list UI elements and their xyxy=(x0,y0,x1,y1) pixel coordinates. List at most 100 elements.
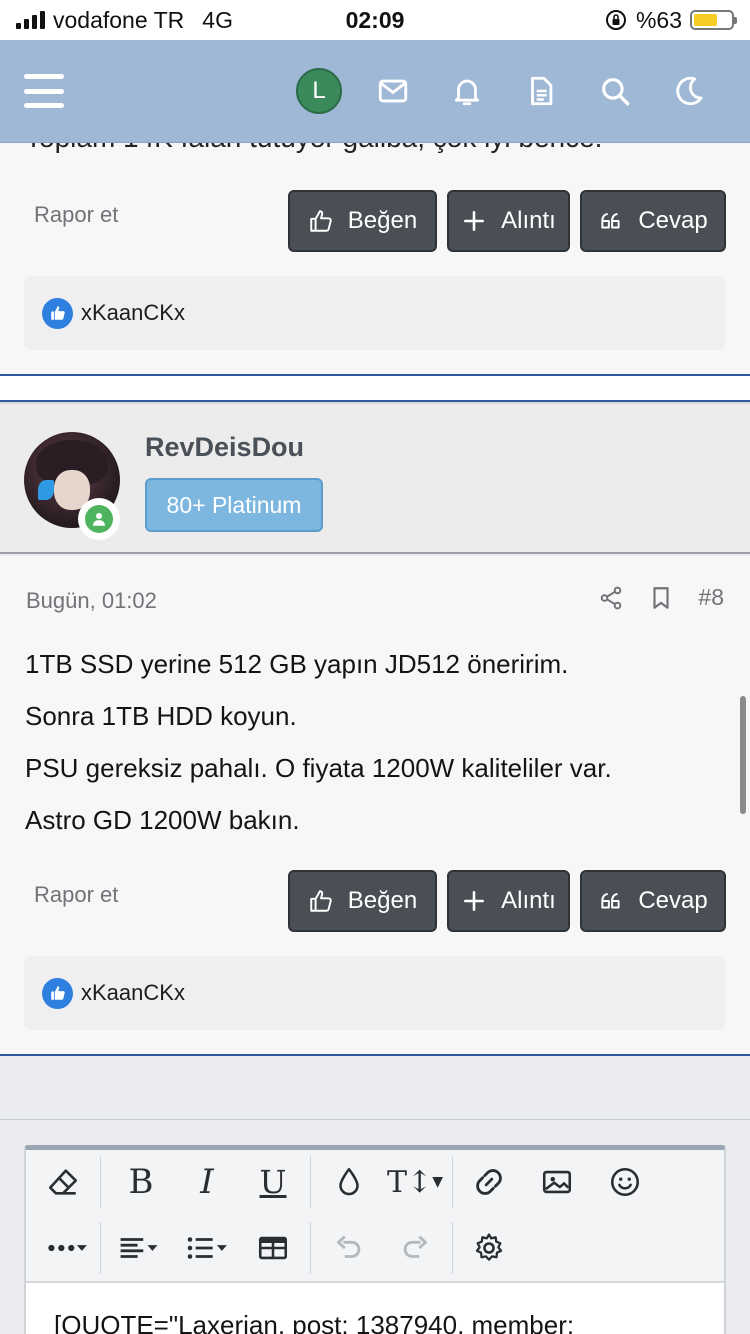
quote-label: Alıntı xyxy=(501,887,556,914)
redo-icon xyxy=(403,1235,428,1258)
quote-button[interactable]: Alıntı xyxy=(447,190,570,252)
report-link[interactable]: Rapor et xyxy=(34,202,118,228)
status-bar: vodafone TR 4G 02:09 %63 xyxy=(0,0,750,40)
quote-marks-icon xyxy=(601,212,620,229)
report-link[interactable]: Rapor et xyxy=(34,882,118,908)
post-date[interactable]: Bugün, 01:02 xyxy=(26,588,157,614)
post-user-header: RevDeisDou 80+ Platinum xyxy=(0,402,750,554)
table-button[interactable] xyxy=(248,1216,298,1280)
previous-post-actions: Rapor et Beğen Alıntı Cevap xyxy=(0,190,750,252)
settings-button[interactable] xyxy=(464,1216,514,1280)
plus-icon xyxy=(464,891,485,911)
carrier-name: vodafone TR xyxy=(53,6,185,33)
quote-label: Alıntı xyxy=(501,207,556,234)
post-body-line: Astro GD 1200W bakın. xyxy=(25,805,300,835)
emoji-button[interactable] xyxy=(600,1150,650,1214)
account-button[interactable]: L xyxy=(282,68,356,114)
user-rank-badge: 80+ Platinum xyxy=(145,478,323,532)
post-body-line: 1TB SSD yerine 512 GB yapın JD512 önerir… xyxy=(25,649,569,679)
document-icon xyxy=(531,76,553,106)
theme-toggle-button[interactable] xyxy=(652,74,726,108)
reply-label: Cevap xyxy=(638,887,708,914)
redo-button[interactable] xyxy=(390,1216,440,1280)
username[interactable]: RevDeisDou xyxy=(145,432,304,463)
post-gap xyxy=(0,376,750,400)
menu-icon[interactable] xyxy=(24,74,64,108)
reactions-bar[interactable]: xKaanCKx xyxy=(24,276,726,350)
top-navigation: L xyxy=(0,40,750,142)
more-options-button[interactable] xyxy=(38,1216,96,1280)
share-icon[interactable] xyxy=(598,585,624,611)
link-icon xyxy=(476,1169,502,1195)
like-reaction-icon xyxy=(42,297,73,329)
signal-icon xyxy=(16,11,45,29)
whats-new-button[interactable] xyxy=(504,74,578,108)
undo-button[interactable] xyxy=(324,1216,374,1280)
post-divider xyxy=(0,1054,750,1056)
clear-format-button[interactable] xyxy=(38,1150,88,1214)
orientation-lock-icon xyxy=(605,10,626,30)
align-button[interactable] xyxy=(112,1216,166,1280)
thumbs-up-icon xyxy=(310,890,332,912)
online-status-icon xyxy=(78,498,120,540)
post-actions: Rapor et Beğen Alıntı Cevap xyxy=(0,870,750,932)
post-body-line: Sonra 1TB HDD koyun. xyxy=(25,701,297,731)
like-label: Beğen xyxy=(347,207,418,234)
section-divider xyxy=(0,1119,750,1120)
bell-icon xyxy=(454,79,480,106)
search-icon xyxy=(602,78,630,106)
mail-button[interactable] xyxy=(356,74,430,108)
reaction-user[interactable]: xKaanCKx xyxy=(81,300,185,326)
reply-editor: B I U T↕ ▼ [QUOTE="Laxerian, post: 13879… xyxy=(24,1145,726,1334)
battery-icon xyxy=(690,10,737,30)
undo-icon xyxy=(336,1235,361,1258)
nav-icon-group: L xyxy=(282,68,726,114)
mail-icon xyxy=(378,79,408,103)
user-avatar-letter: L xyxy=(296,68,342,114)
quote-button[interactable]: Alıntı xyxy=(447,870,570,932)
like-reaction-icon xyxy=(42,977,73,1009)
post-meta-actions: #8 xyxy=(598,584,724,611)
list-button[interactable] xyxy=(178,1216,236,1280)
text-color-button[interactable] xyxy=(324,1150,374,1214)
italic-button[interactable]: I xyxy=(182,1150,232,1214)
notifications-button[interactable] xyxy=(430,74,504,108)
reactions-bar[interactable]: xKaanCKx xyxy=(24,956,726,1030)
reply-label: Cevap xyxy=(638,207,708,234)
reply-button[interactable]: Cevap xyxy=(580,870,726,932)
reaction-user[interactable]: xKaanCKx xyxy=(81,980,185,1006)
like-label: Beğen xyxy=(347,887,418,914)
font-size-button[interactable]: T↕ ▼ xyxy=(386,1150,444,1214)
link-button[interactable] xyxy=(464,1150,514,1214)
bold-button[interactable]: B xyxy=(116,1150,166,1214)
droplet-icon xyxy=(339,1167,359,1196)
moon-icon xyxy=(676,76,703,106)
like-button[interactable]: Beğen xyxy=(288,870,437,932)
image-button[interactable] xyxy=(532,1150,582,1214)
reply-button[interactable]: Cevap xyxy=(580,190,726,252)
bookmark-icon[interactable] xyxy=(648,585,674,611)
quote-marks-icon xyxy=(601,892,620,909)
post-body: 1TB SSD yerine 512 GB yapın JD512 önerir… xyxy=(25,638,725,846)
status-left: vodafone TR 4G xyxy=(16,7,233,34)
battery-percent: %63 xyxy=(635,6,682,33)
like-button[interactable]: Beğen xyxy=(288,190,437,252)
align-left-icon xyxy=(120,1238,158,1258)
post-body-line: PSU gereksiz pahalı. O fiyata 1200W kali… xyxy=(25,753,612,783)
editor-toolbar: B I U T↕ ▼ xyxy=(26,1150,724,1283)
more-icon xyxy=(48,1244,87,1252)
thumbs-up-icon xyxy=(310,210,332,232)
plus-icon xyxy=(464,211,485,231)
post-8: Bugün, 01:02 #8 1TB SSD yerine 512 GB ya… xyxy=(0,556,750,1054)
editor-content[interactable]: [QUOTE="Laxerian, post: 1387940, member: xyxy=(54,1310,574,1334)
scrollbar[interactable] xyxy=(740,696,746,814)
smiley-icon xyxy=(610,1167,640,1197)
underline-button[interactable]: U xyxy=(248,1150,298,1214)
table-icon xyxy=(258,1236,288,1260)
search-button[interactable] xyxy=(578,74,652,108)
post-number[interactable]: #8 xyxy=(698,584,724,611)
network-type: 4G xyxy=(202,6,233,33)
status-right: %63 xyxy=(604,6,737,34)
image-icon xyxy=(542,1170,572,1194)
font-size-icon: T↕ xyxy=(387,1164,433,1200)
